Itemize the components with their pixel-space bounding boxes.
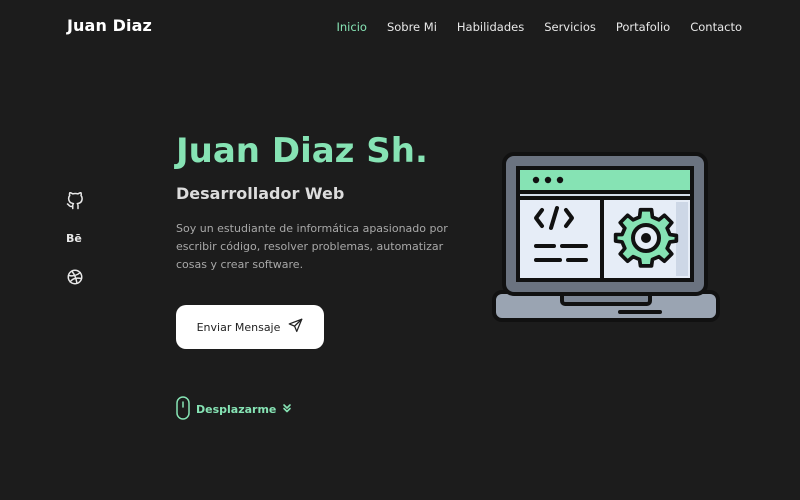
- nav-item-portafolio[interactable]: Portafolio: [616, 20, 670, 34]
- laptop-code-settings-icon: [490, 150, 722, 328]
- hero-description: Soy un estudiante de informática apasion…: [176, 222, 448, 271]
- send-message-label: Enviar Mensaje: [196, 320, 281, 334]
- send-icon: [288, 318, 303, 336]
- hero-subtitle: Desarrollador Web: [176, 184, 345, 203]
- logo[interactable]: Juan Diaz: [67, 16, 152, 35]
- chevrons-down-icon: [282, 403, 292, 416]
- social-links: Bē: [66, 191, 84, 306]
- github-icon[interactable]: [66, 191, 84, 210]
- scroll-label: Desplazarme: [196, 403, 277, 416]
- nav-item-sobre-mi[interactable]: Sobre Mi: [387, 20, 437, 34]
- nav-item-habilidades[interactable]: Habilidades: [457, 20, 524, 34]
- hero-title: Juan Diaz Sh.: [176, 131, 428, 171]
- page: Juan Diaz Inicio Sobre Mi Habilidades Se…: [0, 0, 800, 500]
- scroll-down-link[interactable]: Desplazarme: [176, 396, 292, 423]
- send-message-button[interactable]: Enviar Mensaje: [176, 305, 324, 349]
- behance-icon[interactable]: Bē: [66, 230, 84, 248]
- main-nav: Inicio Sobre Mi Habilidades Servicios Po…: [337, 20, 743, 34]
- header: Juan Diaz Inicio Sobre Mi Habilidades Se…: [0, 0, 800, 56]
- nav-item-contacto[interactable]: Contacto: [690, 20, 742, 34]
- mouse-icon: [176, 396, 190, 423]
- dribbble-icon[interactable]: [66, 268, 84, 286]
- nav-item-inicio[interactable]: Inicio: [337, 20, 367, 34]
- nav-item-servicios[interactable]: Servicios: [544, 20, 596, 34]
